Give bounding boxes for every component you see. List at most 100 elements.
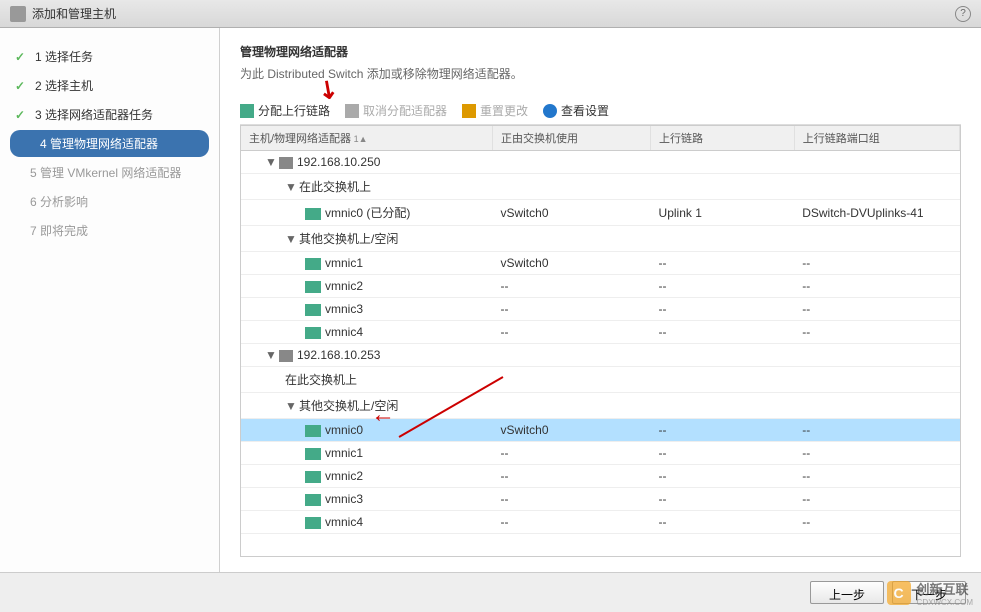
help-icon[interactable]: ? (955, 6, 971, 22)
row-label: 在此交换机上 (299, 180, 371, 194)
cell-pg: -- (794, 511, 959, 534)
cell-uplink (651, 367, 795, 393)
cell-uplink: -- (651, 252, 795, 275)
content-pane: 管理物理网络适配器 为此 Distributed Switch 添加或移除物理网… (220, 28, 981, 572)
assign-uplink-button[interactable]: 分配上行链路 (240, 102, 330, 119)
col-uplink[interactable]: 上行链路 (651, 126, 795, 151)
cell-pg (794, 174, 959, 200)
cell-uplink: -- (651, 511, 795, 534)
table-row[interactable]: vmnic1vSwitch0---- (241, 252, 960, 275)
cell-inuse: vSwitch0 (492, 200, 650, 226)
check-icon: ✓ (15, 79, 27, 93)
table-row[interactable]: vmnic0 (已分配)vSwitch0Uplink 1DSwitch-DVUp… (241, 200, 960, 226)
cell-pg: -- (794, 488, 959, 511)
watermark-sub: CDXWCX.COM (917, 598, 973, 607)
row-label: 其他交换机上/空闲 (299, 399, 398, 413)
cell-pg: -- (794, 252, 959, 275)
expand-toggle[interactable]: ▼ (265, 155, 275, 169)
cell-inuse (492, 393, 650, 419)
nic-icon (305, 448, 321, 460)
row-label: vmnic2 (325, 279, 363, 293)
table-row[interactable]: 在此交换机上 (241, 367, 960, 393)
table-row[interactable]: vmnic4------ (241, 511, 960, 534)
wizard-step-2[interactable]: ✓ 2 选择主机 (0, 72, 219, 99)
expand-toggle[interactable]: ▼ (265, 348, 275, 362)
cell-uplink: -- (651, 298, 795, 321)
cell-uplink (651, 226, 795, 252)
row-label: vmnic0 (已分配) (325, 206, 410, 220)
cell-pg: -- (794, 275, 959, 298)
cell-pg (794, 344, 959, 367)
wizard-step-3[interactable]: ✓3 选择网络适配器任务 (0, 101, 219, 128)
step-label: 7 即将完成 (30, 222, 88, 239)
col-portgroup[interactable]: 上行链路端口组 (794, 126, 959, 151)
cell-pg: -- (794, 465, 959, 488)
watermark-brand: 创新互联 (917, 582, 969, 597)
step-label: 1 选择任务 (35, 48, 93, 65)
table-row[interactable]: vmnic3------ (241, 298, 960, 321)
reset-changes-button[interactable]: 重置更改 (462, 102, 528, 119)
titlebar: 添加和管理主机 ? (0, 0, 981, 28)
cell-inuse: -- (492, 442, 650, 465)
col-adapter[interactable]: 主机/物理网络适配器 (241, 126, 492, 151)
col-inuse[interactable]: 正由交换机使用 (492, 126, 650, 151)
prev-button[interactable]: 上一步 (810, 581, 884, 604)
cell-pg (794, 393, 959, 419)
nic-icon (305, 327, 321, 339)
table-row[interactable]: ▼192.168.10.250 (241, 151, 960, 174)
table-row[interactable]: vmnic2------ (241, 275, 960, 298)
watermark-logo-icon: C (887, 581, 911, 605)
row-label: vmnic0 (325, 423, 363, 437)
table-row[interactable]: vmnic3------ (241, 488, 960, 511)
table-row[interactable]: ▼ 其他交换机上/空闲 (241, 393, 960, 419)
row-label: vmnic4 (325, 515, 363, 529)
cell-uplink: -- (651, 465, 795, 488)
cell-pg (794, 226, 959, 252)
cell-pg: -- (794, 419, 959, 442)
step-label: 2 选择主机 (35, 77, 93, 94)
cell-inuse (492, 151, 650, 174)
table-row[interactable]: ▼ 其他交换机上/空闲 (241, 226, 960, 252)
wizard-step-4[interactable]: 4 管理物理网络适配器 (10, 130, 209, 157)
step-label: 4 管理物理网络适配器 (40, 135, 158, 152)
expand-toggle[interactable]: ▼ (285, 399, 295, 413)
cell-inuse: vSwitch0 (492, 252, 650, 275)
info-icon (543, 104, 557, 118)
table-row[interactable]: vmnic0vSwitch0---- (241, 419, 960, 442)
expand-toggle[interactable]: ▼ (285, 180, 295, 194)
cell-uplink (651, 174, 795, 200)
window-title: 添加和管理主机 (32, 5, 116, 22)
expand-toggle[interactable]: ▼ (285, 232, 295, 246)
nic-icon (305, 517, 321, 529)
wizard-step-1[interactable]: ✓1 选择任务 (0, 43, 219, 70)
cell-pg (794, 367, 959, 393)
cell-uplink (651, 151, 795, 174)
cell-inuse (492, 226, 650, 252)
row-label: 其他交换机上/空闲 (299, 232, 398, 246)
nic-icon (305, 208, 321, 220)
row-label: vmnic4 (325, 325, 363, 339)
window-icon (10, 6, 26, 22)
cell-pg: -- (794, 321, 959, 344)
reset-icon (462, 104, 476, 118)
unassign-adapter-button[interactable]: 取消分配适配器 (345, 102, 447, 119)
table-row[interactable]: vmnic2------ (241, 465, 960, 488)
cell-uplink: -- (651, 275, 795, 298)
step-label: 5 管理 VMkernel 网络适配器 (30, 164, 181, 181)
table-row[interactable]: ▼ 在此交换机上 (241, 174, 960, 200)
table-row[interactable]: vmnic4------ (241, 321, 960, 344)
view-settings-button[interactable]: 查看设置 (543, 102, 609, 119)
cell-inuse: -- (492, 275, 650, 298)
step-label: 6 分析影响 (30, 193, 88, 210)
cell-uplink: -- (651, 442, 795, 465)
cell-pg: -- (794, 442, 959, 465)
cell-inuse: -- (492, 488, 650, 511)
watermark: C 创新互联 CDXWCX.COM (887, 579, 973, 607)
host-icon (279, 157, 293, 169)
cell-uplink: -- (651, 488, 795, 511)
table-row[interactable]: ▼192.168.10.253 (241, 344, 960, 367)
row-label: vmnic3 (325, 492, 363, 506)
step-label: 3 选择网络适配器任务 (35, 106, 153, 123)
toolbar: ↘ 分配上行链路 取消分配适配器 重置更改 查看设置 (240, 97, 961, 125)
table-row[interactable]: vmnic1------ (241, 442, 960, 465)
